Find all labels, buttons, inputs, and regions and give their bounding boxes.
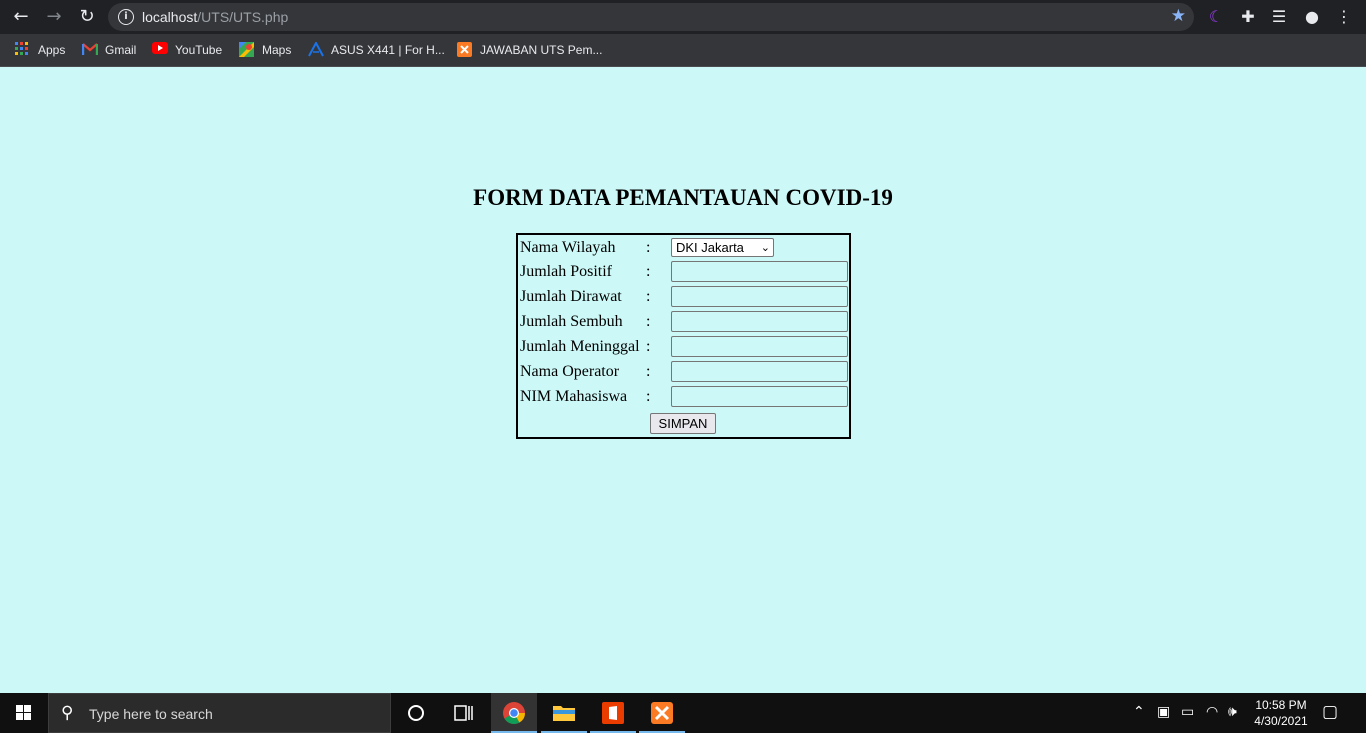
covid-form: Nama Wilayah : DKI Jakarta ⌄ Jumlah Posi…: [516, 233, 851, 439]
maps-icon: [239, 42, 255, 58]
task-view-button[interactable]: [440, 693, 486, 733]
field-label: Jumlah Sembuh: [520, 313, 623, 330]
taskbar-search-box[interactable]: ⚲ Type here to search: [48, 693, 391, 733]
meet-now-icon[interactable]: ▣: [1157, 704, 1170, 720]
chrome-icon: [503, 702, 525, 724]
profile-icon[interactable]: ●: [1301, 6, 1323, 28]
taskbar-clock[interactable]: 10:58 PM 4/30/2021: [1250, 697, 1312, 729]
field-label: Jumlah Positif: [520, 263, 613, 280]
nim-mahasiswa-input[interactable]: [671, 386, 848, 407]
field-label: Nama Operator: [520, 363, 620, 380]
xampp-taskbar-icon: [651, 702, 673, 724]
gmail-icon: [82, 42, 98, 58]
forward-icon[interactable]: →: [42, 5, 66, 29]
battery-icon[interactable]: ▭: [1181, 704, 1194, 720]
apps-grid-icon: [15, 42, 31, 58]
nama-operator-input[interactable]: [671, 361, 848, 382]
field-label: NIM Mahasiswa: [520, 388, 628, 405]
windows-logo-icon: [16, 705, 32, 721]
menu-kebab-icon[interactable]: ⋮: [1333, 6, 1355, 28]
notification-center-icon[interactable]: ▢: [1322, 702, 1338, 722]
office-taskbar-app[interactable]: [590, 693, 636, 733]
url-path: /UTS/UTS.php: [197, 9, 289, 25]
site-info-icon[interactable]: i: [118, 9, 134, 25]
bookmark-label: Apps: [38, 43, 66, 57]
bookmark-label: Gmail: [105, 43, 137, 57]
start-button[interactable]: [0, 693, 48, 733]
wilayah-select[interactable]: DKI Jakarta ⌄: [671, 238, 774, 257]
file-explorer-taskbar-app[interactable]: [541, 693, 587, 733]
media-queue-icon[interactable]: ☰: [1268, 6, 1290, 28]
address-url[interactable]: localhost/UTS/UTS.php: [142, 9, 288, 25]
xampp-taskbar-app[interactable]: [639, 693, 685, 733]
browser-toolbar: ← → ↻ i localhost/UTS/UTS.php ★ ☾ ✚ ☰ ● …: [0, 0, 1366, 34]
wifi-icon[interactable]: ◠: [1206, 704, 1218, 720]
office-icon: [602, 702, 624, 724]
bookmark-apps[interactable]: Apps: [15, 41, 65, 59]
bookmark-label: JAWABAN UTS Pem...: [480, 43, 603, 57]
field-label: Jumlah Dirawat: [520, 288, 622, 305]
chevron-down-icon: ⌄: [760, 241, 770, 254]
field-colon: :: [646, 313, 651, 330]
extensions-puzzle-icon[interactable]: ✚: [1237, 6, 1259, 28]
jumlah-sembuh-input[interactable]: [671, 311, 848, 332]
bookmark-label: Maps: [262, 43, 292, 57]
simpan-button[interactable]: SIMPAN: [650, 413, 716, 434]
clock-date: 4/30/2021: [1254, 714, 1308, 728]
field-colon: :: [646, 263, 651, 280]
bookmark-jawaban-uts[interactable]: JAWABAN UTS Pem...: [457, 41, 602, 59]
taskbar-search-placeholder: Type here to search: [89, 706, 213, 722]
clock-time: 10:58 PM: [1255, 698, 1307, 712]
field-colon: :: [646, 239, 651, 256]
search-icon: ⚲: [61, 703, 74, 723]
field-colon: :: [646, 388, 651, 405]
back-icon[interactable]: ←: [9, 5, 33, 29]
volume-icon[interactable]: 🕪: [1228, 704, 1237, 720]
field-label: Nama Wilayah: [520, 239, 616, 256]
bookmark-youtube[interactable]: YouTube: [152, 41, 222, 59]
wilayah-selected-value: DKI Jakarta: [676, 240, 744, 255]
show-hidden-icons-icon[interactable]: ⌃: [1133, 704, 1145, 720]
cortana-button[interactable]: [393, 693, 439, 733]
xampp-icon: [457, 42, 473, 58]
field-colon: :: [646, 288, 651, 305]
bookmark-gmail[interactable]: Gmail: [82, 41, 136, 59]
page-title: FORM DATA PEMANTAUAN COVID-19: [473, 185, 893, 210]
field-label: Jumlah Meninggal: [520, 338, 640, 355]
url-host: localhost: [142, 9, 198, 25]
windows-taskbar: ⚲ Type here to search ⌃ ▣ ▭ ◠ 🕪 10:58 PM…: [0, 693, 1366, 733]
reload-icon[interactable]: ↻: [75, 5, 99, 29]
jumlah-positif-input[interactable]: [671, 261, 848, 282]
bookmarks-bar: Apps Gmail YouTube Maps ASUS X441 | For …: [0, 34, 1366, 67]
youtube-icon: [152, 42, 168, 58]
bookmark-maps[interactable]: Maps: [239, 41, 291, 59]
folder-icon: [553, 706, 575, 721]
moon-extension-icon[interactable]: ☾: [1205, 6, 1227, 28]
field-colon: :: [646, 363, 651, 380]
bookmark-star-icon[interactable]: ★: [1171, 6, 1186, 26]
bookmark-label: ASUS X441 | For H...: [331, 43, 445, 57]
asus-icon: [308, 40, 324, 58]
chrome-taskbar-app[interactable]: [491, 693, 537, 733]
address-bar[interactable]: i localhost/UTS/UTS.php ★: [108, 3, 1194, 31]
bookmark-asus[interactable]: ASUS X441 | For H...: [308, 40, 445, 59]
jumlah-dirawat-input[interactable]: [671, 286, 848, 307]
field-colon: :: [646, 338, 651, 355]
jumlah-meninggal-input[interactable]: [671, 336, 848, 357]
bookmark-label: YouTube: [175, 43, 223, 57]
